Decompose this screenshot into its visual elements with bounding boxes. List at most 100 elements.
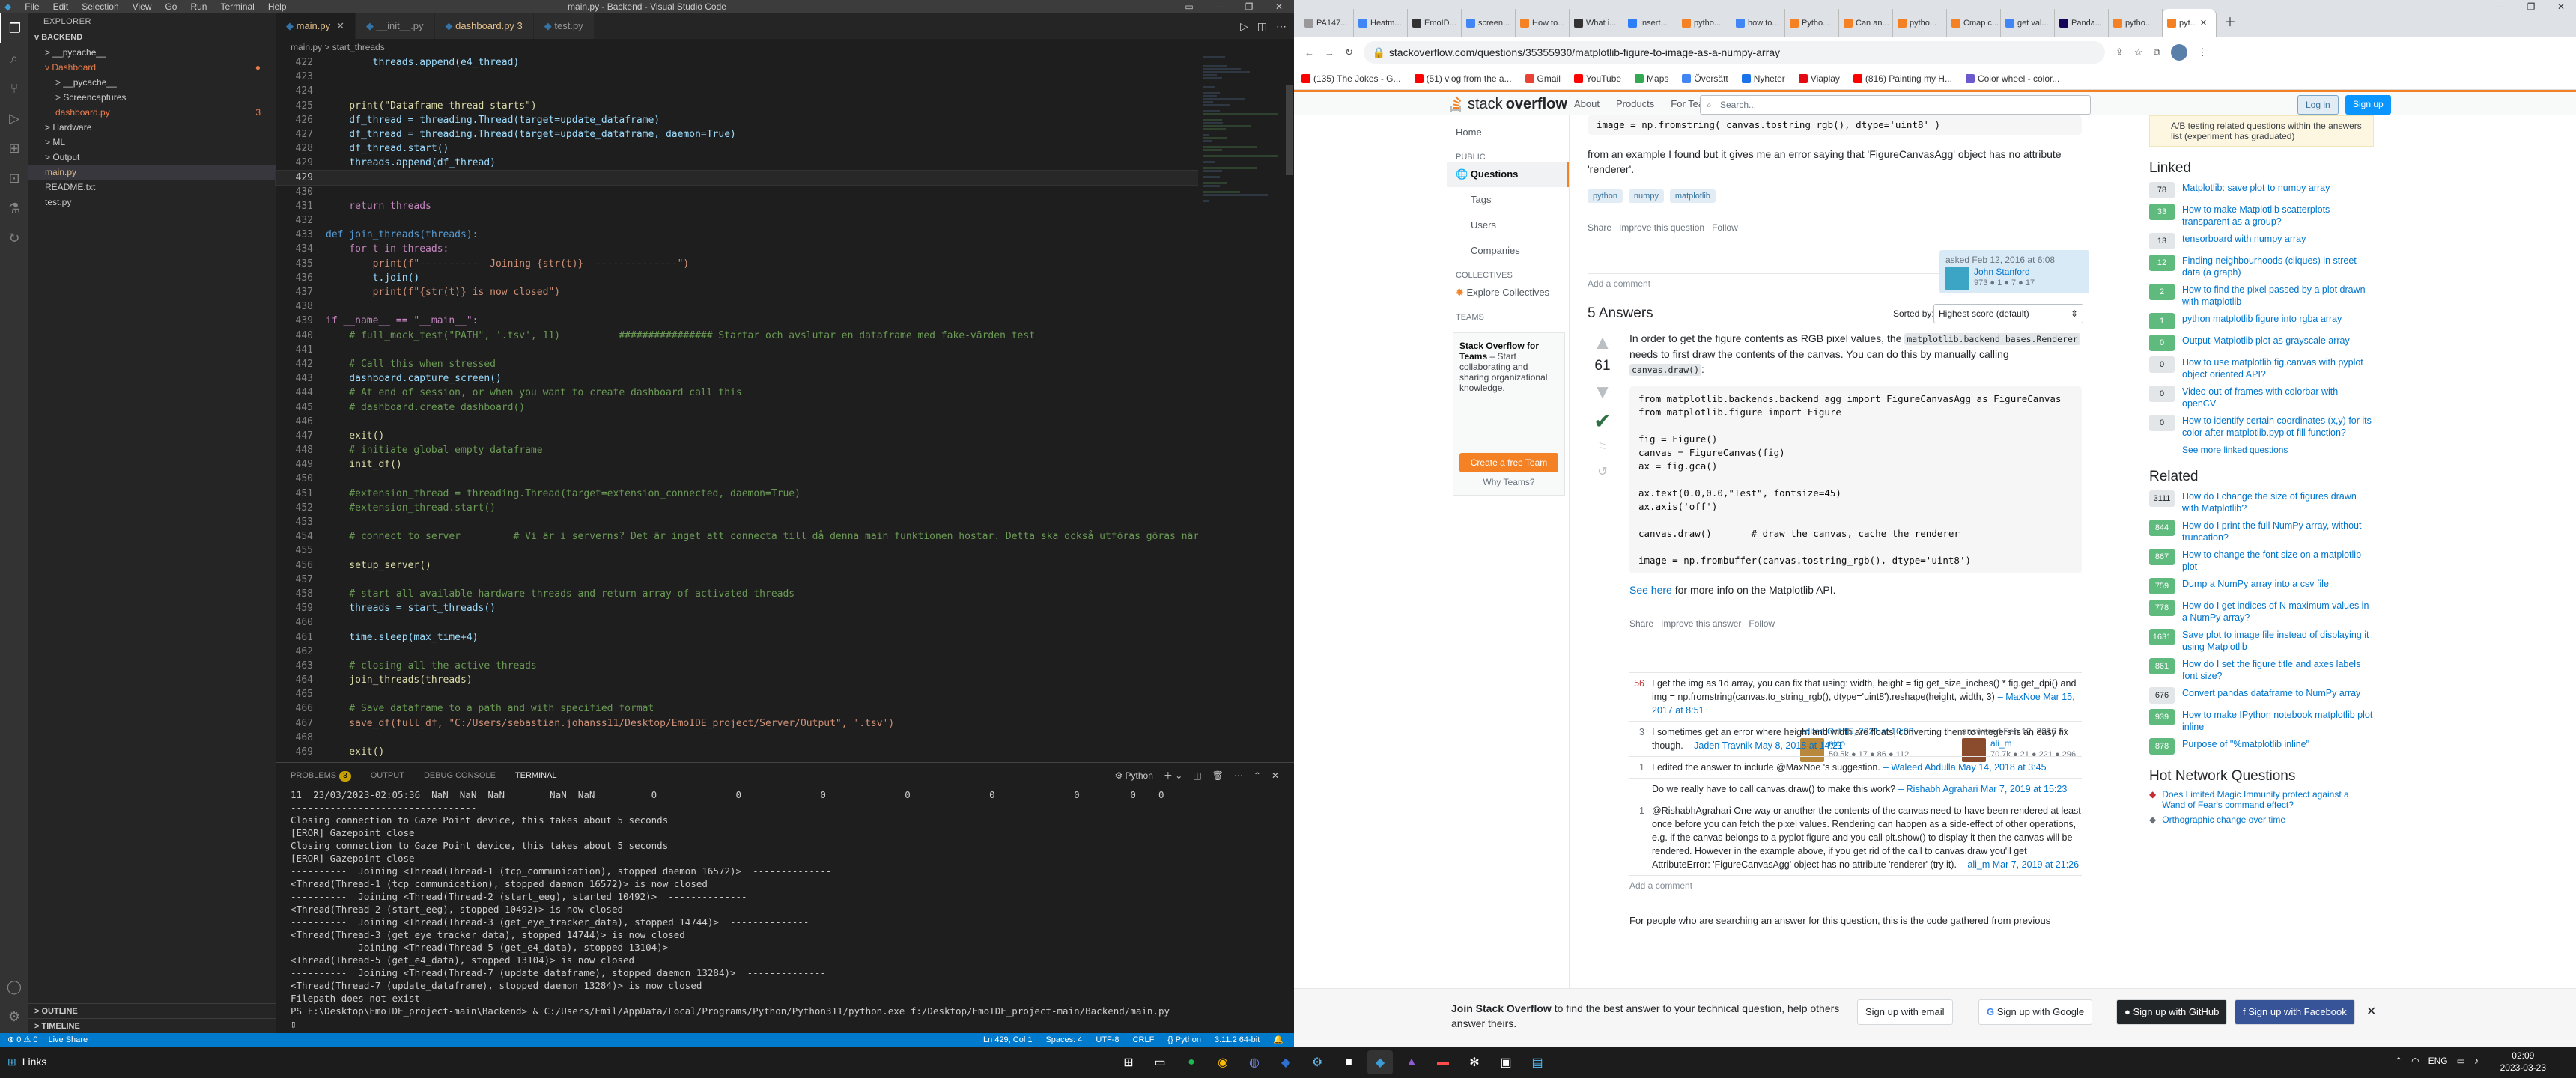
bookmark-item[interactable]: Viaplay xyxy=(1798,73,1840,84)
asker-name[interactable]: John Stanford xyxy=(1974,267,2030,277)
browser-tab[interactable]: pytho... xyxy=(1893,9,1947,37)
question-link[interactable]: Save plot to image file instead of displ… xyxy=(2182,629,2374,653)
scrollbar-thumb[interactable] xyxy=(1286,85,1293,175)
so-search-input[interactable]: ⌕ Search... xyxy=(1700,95,2091,115)
status-interpreter[interactable]: 3.11.2 64-bit xyxy=(1215,1033,1260,1047)
comment-author[interactable]: – Rishabh Agrahari Mar 7, 2019 at 15:23 xyxy=(1898,784,2067,794)
nav-companies[interactable]: Companies xyxy=(1447,238,1569,264)
browser-maximize-icon[interactable]: ❐ xyxy=(2516,0,2546,13)
signup-google-button[interactable]: G Sign up with Google xyxy=(1978,999,2093,1025)
account-icon[interactable]: ◯ xyxy=(0,972,28,1002)
terminal-shell-select[interactable]: ⚙ Python xyxy=(1114,763,1152,788)
tag-matplotlib[interactable]: matplotlib xyxy=(1669,189,1716,203)
bookmark-item[interactable]: Gmail xyxy=(1525,73,1561,84)
so-logo[interactable]: stack overflow xyxy=(1448,95,1567,113)
timeline-section[interactable]: > TIMELINE xyxy=(28,1018,276,1033)
taskbar-app7-icon[interactable]: ▤ xyxy=(1525,1050,1550,1074)
status-indentation[interactable]: Spaces: 4 xyxy=(1045,1033,1082,1047)
panel-more-icon[interactable]: ⋯ xyxy=(1234,763,1243,788)
run-debug-icon[interactable]: ▷ xyxy=(0,103,28,133)
answer-follow-link[interactable]: Follow xyxy=(1749,618,1775,629)
tab-terminal[interactable]: TERMINAL xyxy=(514,763,557,788)
question-link[interactable]: How to change the font size on a matplot… xyxy=(2182,549,2374,573)
browser-tab[interactable]: PA147... xyxy=(1300,9,1354,37)
browser-tab[interactable]: pyt... ✕ xyxy=(2163,9,2217,37)
see-here-link[interactable]: See here xyxy=(1629,584,1672,596)
menu-run[interactable]: Run xyxy=(189,0,208,13)
editor-tab[interactable]: ◆ dashboard.py 3 xyxy=(434,13,534,39)
related-question[interactable]: 676 Convert pandas dataframe to NumPy arr… xyxy=(2149,687,2374,704)
editor-tab[interactable]: ◆ test.py xyxy=(533,13,595,39)
browser-tab[interactable]: how to... xyxy=(1731,9,1785,37)
question-link[interactable]: Finding neighbourhoods (cliques) in stre… xyxy=(2182,255,2374,278)
answer-share-link[interactable]: Share xyxy=(1629,618,1653,629)
related-question[interactable]: 759 Dump a NumPy array into a csv file xyxy=(2149,578,2374,594)
status-encoding[interactable]: UTF-8 xyxy=(1096,1033,1119,1047)
comment-author[interactable]: – Waleed Abdulla May 14, 2018 at 3:45 xyxy=(1883,762,2047,773)
maximize-panel-icon[interactable]: ⌃ xyxy=(1254,763,1261,788)
taskbar-vscode-icon[interactable]: ◆ xyxy=(1367,1050,1393,1074)
forward-icon[interactable]: → xyxy=(1325,47,1334,58)
browser-tab[interactable]: Heatm... xyxy=(1354,9,1408,37)
bookmark-icon[interactable]: ⚐ xyxy=(1588,440,1617,455)
status-eol[interactable]: CRLF xyxy=(1133,1033,1155,1047)
question-link[interactable]: python matplotlib figure into rgba array xyxy=(2182,313,2342,329)
live-share-icon[interactable]: ↻ xyxy=(0,223,28,253)
related-question[interactable]: 1 python matplotlib figure into rgba arra… xyxy=(2149,313,2374,329)
taskbar-app6-icon[interactable]: ▣ xyxy=(1493,1050,1519,1074)
file-tree-item[interactable]: README.txt xyxy=(28,180,276,195)
tray-language[interactable]: ENG xyxy=(2428,1056,2448,1066)
address-bar[interactable]: 🔒 stackoverflow.com/questions/35355930/ma… xyxy=(1363,41,2105,64)
related-question[interactable]: 778 How do I get indices of N maximum val… xyxy=(2149,600,2374,624)
bookmark-item[interactable]: Maps xyxy=(1635,73,1668,84)
taskbar-app5-icon[interactable]: ✻ xyxy=(1462,1050,1487,1074)
related-question[interactable]: 0 Video out of frames with colorbar with … xyxy=(2149,386,2374,409)
menu-view[interactable]: View xyxy=(131,0,154,13)
related-question[interactable]: 1631 Save plot to image file instead of d… xyxy=(2149,629,2374,653)
browser-tab[interactable]: Can an... xyxy=(1839,9,1893,37)
file-tree-item[interactable]: > Screencaptures xyxy=(28,90,276,105)
menu-edit[interactable]: Edit xyxy=(52,0,70,13)
nav-about[interactable]: About xyxy=(1574,92,1600,115)
taskbar-spotify-icon[interactable]: ● xyxy=(1179,1050,1204,1074)
close-panel-icon[interactable]: ✕ xyxy=(1272,763,1279,788)
browser-tab[interactable]: How to... xyxy=(1516,9,1570,37)
question-link[interactable]: Purpose of "%matplotlib inline" xyxy=(2182,738,2309,755)
reload-icon[interactable]: ↻ xyxy=(1345,46,1353,58)
related-question[interactable]: 78 Matplotlib: save plot to numpy array xyxy=(2149,182,2374,198)
asker-avatar[interactable] xyxy=(1945,267,1969,290)
breadcrumb[interactable]: main.py > start_threads xyxy=(276,39,1294,55)
related-question[interactable]: 0 How to identify certain coordinates (x,… xyxy=(2149,415,2374,439)
split-editor-icon[interactable]: ◫ xyxy=(1257,13,1267,39)
browser-tab[interactable]: screen... xyxy=(1462,9,1516,37)
browser-minimize-icon[interactable]: ─ xyxy=(2486,0,2516,13)
tab-close-icon[interactable]: ✕ xyxy=(2200,9,2207,37)
see-more-linked-link[interactable]: See more linked questions xyxy=(2149,445,2374,455)
question-link[interactable]: How do I set the figure title and axes l… xyxy=(2182,658,2374,682)
tray-wifi-icon[interactable]: ◠ xyxy=(2411,1056,2419,1066)
related-question[interactable]: 13 tensorboard with numpy array xyxy=(2149,233,2374,249)
browser-tab[interactable]: pytho... xyxy=(1677,9,1731,37)
split-terminal-icon[interactable]: ◫ xyxy=(1193,763,1201,788)
outline-section[interactable]: > OUTLINE xyxy=(28,1003,276,1018)
back-icon[interactable]: ← xyxy=(1304,47,1314,58)
question-link[interactable]: How do I print the full NumPy array, wit… xyxy=(2182,520,2374,543)
upvote-icon[interactable]: ▲ xyxy=(1588,331,1617,354)
browser-tab[interactable]: What i... xyxy=(1570,9,1623,37)
file-tree-item[interactable]: > __pycache__ xyxy=(28,75,276,90)
tab-debug-console[interactable]: DEBUG CONSOLE xyxy=(424,763,496,788)
browser-tab[interactable]: Pytho... xyxy=(1785,9,1839,37)
taskbar-discord-icon[interactable]: ◍ xyxy=(1242,1050,1267,1074)
settings-gear-icon[interactable]: ⚙ xyxy=(0,1002,28,1032)
downvote-icon[interactable]: ▼ xyxy=(1588,380,1617,404)
bookmark-item[interactable]: Översätt xyxy=(1682,73,1728,84)
browser-tab[interactable]: EmoID... xyxy=(1408,9,1462,37)
status-language[interactable]: {} Python xyxy=(1167,1033,1201,1047)
browser-tab[interactable]: Panda... xyxy=(2055,9,2109,37)
signup-email-button[interactable]: Sign up with email xyxy=(1857,999,1953,1025)
taskbar-app3-icon[interactable]: ▲ xyxy=(1399,1050,1424,1074)
remote-icon[interactable]: ⊡ xyxy=(0,163,28,193)
related-question[interactable]: 12 Finding neighbourhoods (cliques) in st… xyxy=(2149,255,2374,278)
file-tree-item[interactable]: v Dashboard ● xyxy=(28,60,276,75)
nav-home[interactable]: Home xyxy=(1447,120,1569,145)
